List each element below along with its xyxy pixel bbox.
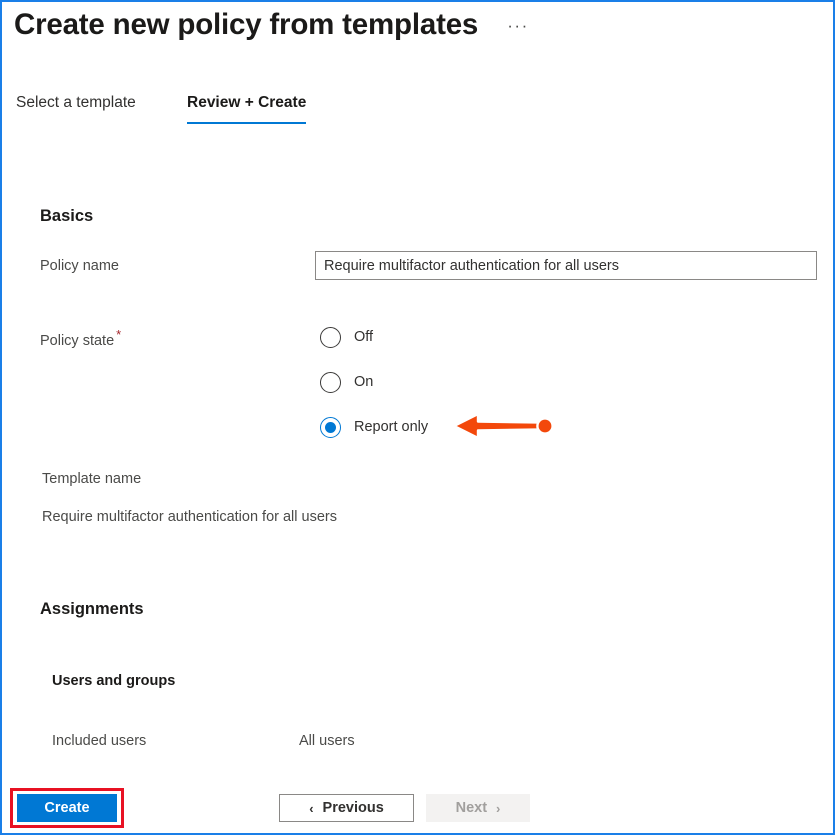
basics-section-heading: Basics xyxy=(40,207,94,225)
policy-state-label: Policy state * xyxy=(40,327,121,349)
radio-on-label: On xyxy=(354,374,374,390)
next-button[interactable]: Next › xyxy=(426,794,530,822)
wizard-content: Basics Policy name Policy state* Off On … xyxy=(2,2,833,782)
policy-wizard-window: Create new policy from templates ··· Sel… xyxy=(0,0,835,835)
previous-button[interactable]: ‹ Previous xyxy=(279,794,414,822)
chevron-right-icon: › xyxy=(496,800,501,816)
next-button-label: Next xyxy=(455,800,488,816)
included-users-label: Included users xyxy=(52,733,147,749)
create-button[interactable]: Create xyxy=(17,794,117,822)
radio-on-icon xyxy=(320,371,341,393)
required-star: * xyxy=(116,327,122,342)
template-name-value: Require multifactor authentication for a… xyxy=(42,509,337,525)
template-name-label: Template name xyxy=(42,471,142,487)
radio-off-label: Off xyxy=(354,329,374,345)
chevron-left-icon: ‹ xyxy=(309,800,314,816)
policy-name-label: Policy name xyxy=(40,258,119,274)
radio-policy-state-report-only[interactable]: Report only xyxy=(320,412,428,442)
radio-policy-state-off[interactable]: Off xyxy=(320,322,373,352)
policy-state-label-text: Policy state xyxy=(40,332,115,349)
radio-report-only-label: Report only xyxy=(354,419,429,435)
assignments-section-heading: Assignments xyxy=(40,600,144,618)
radio-off-icon xyxy=(320,326,341,348)
radio-policy-state-on[interactable]: On xyxy=(320,367,373,397)
annotation-arrow-icon xyxy=(452,412,554,440)
included-users-value: All users xyxy=(299,733,355,749)
radio-report-only-icon xyxy=(320,416,341,438)
wizard-footer xyxy=(2,778,833,833)
previous-button-label: Previous xyxy=(322,800,384,816)
users-and-groups-heading: Users and groups xyxy=(52,673,176,689)
policy-name-input[interactable] xyxy=(315,251,817,280)
